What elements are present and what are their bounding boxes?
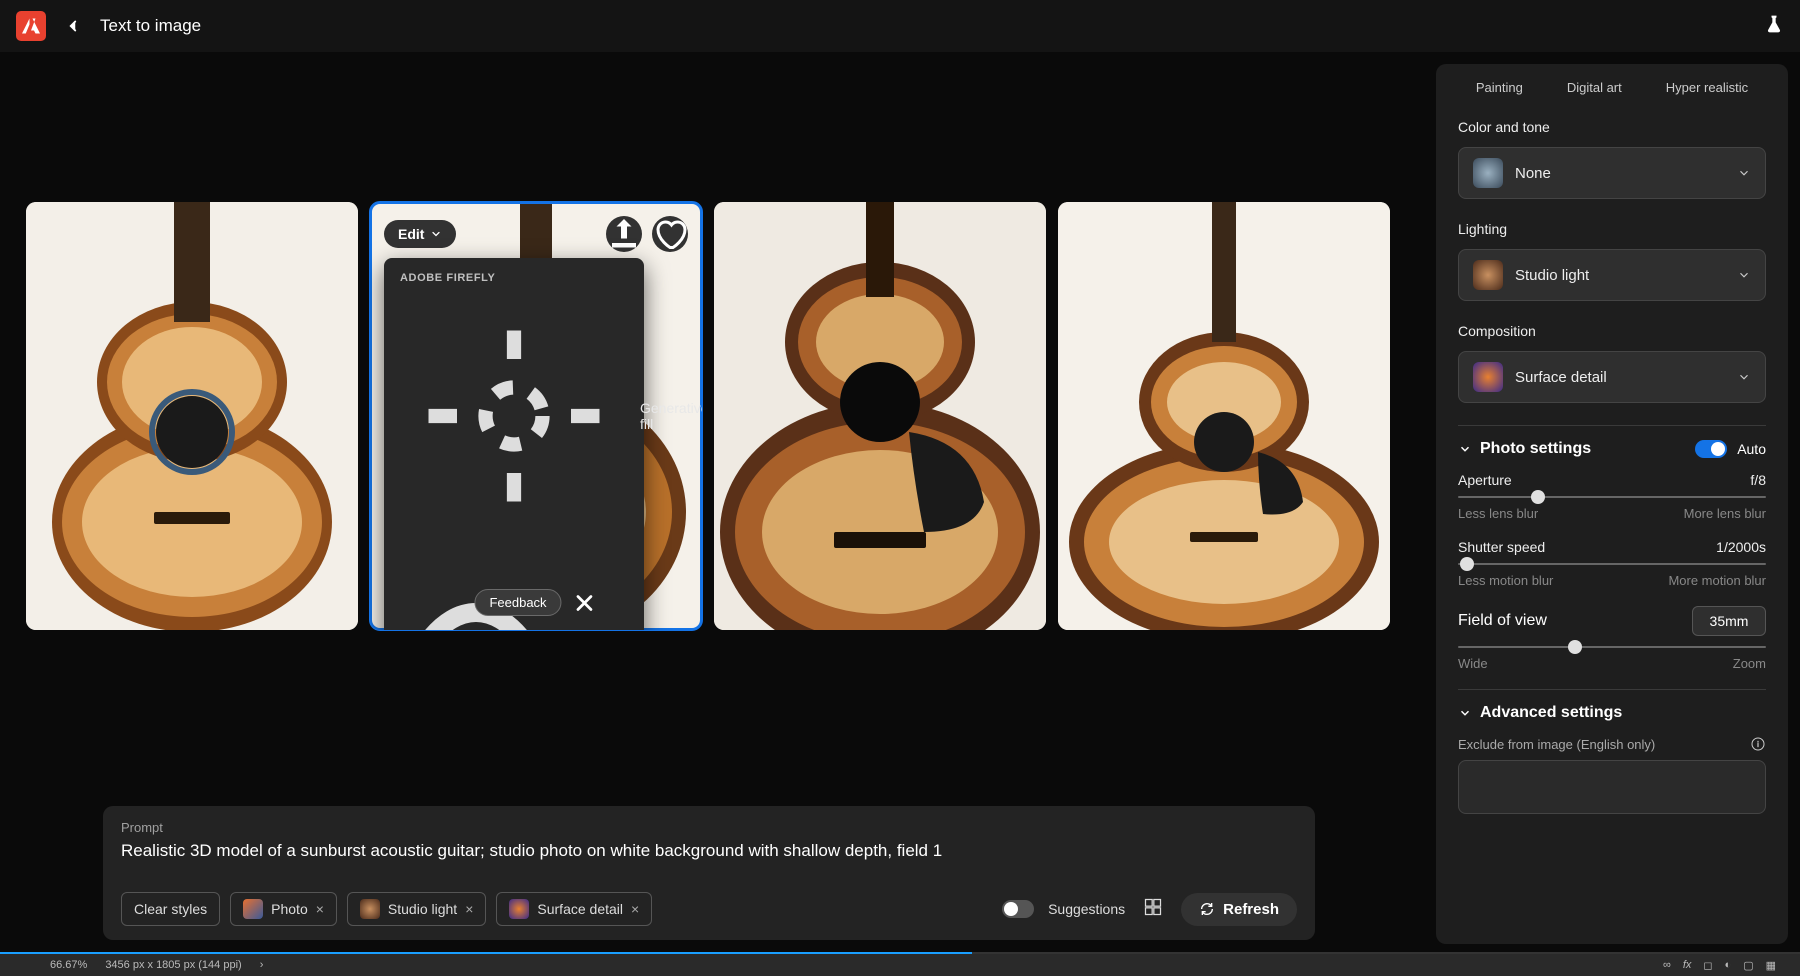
footer-tool-icon[interactable]: ▦ [1766, 959, 1776, 972]
thumbnail-icon [1473, 362, 1503, 392]
exclude-label: Exclude from image (English only) [1458, 737, 1655, 752]
labs-icon[interactable] [1764, 14, 1784, 39]
refresh-icon [1199, 901, 1215, 917]
advanced-title: Advanced settings [1480, 704, 1622, 722]
adobe-logo[interactable] [16, 11, 46, 41]
footer-tool-icon[interactable]: ∞ [1663, 959, 1671, 972]
style-tab-painting[interactable]: Painting [1476, 80, 1523, 95]
layout-toggle[interactable] [1139, 893, 1167, 926]
menu-generative-fill[interactable]: Generative fill [384, 294, 644, 538]
thumbnail-icon [1473, 260, 1503, 290]
aperture-slider[interactable] [1458, 496, 1766, 498]
aperture-label: Aperture [1458, 472, 1512, 488]
menu-section-firefly: ADOBE FIREFLY [384, 272, 644, 294]
auto-label: Auto [1737, 441, 1766, 457]
thumbnail-icon [509, 899, 529, 919]
color-tone-dropdown[interactable]: None [1458, 147, 1766, 199]
menu-show-similar[interactable]: Show similar [384, 538, 644, 630]
chevron-down-icon[interactable] [1458, 706, 1472, 720]
grid-icon [1143, 897, 1163, 917]
generation-result[interactable] [1058, 202, 1390, 630]
chevron-down-icon [1737, 166, 1751, 180]
share-button[interactable] [606, 216, 642, 252]
chevron-down-icon[interactable] [1458, 442, 1472, 456]
chip-remove[interactable]: × [465, 901, 473, 917]
heart-icon [652, 216, 688, 252]
shutter-value: 1/2000s [1716, 539, 1766, 555]
fov-input[interactable] [1692, 606, 1766, 636]
suggestions-label: Suggestions [1048, 901, 1125, 917]
fov-label: Field of view [1458, 612, 1547, 630]
edit-context-menu: ADOBE FIREFLY Generative fill Show simil… [384, 258, 644, 630]
style-chip-surface[interactable]: Surface detail× [496, 892, 652, 926]
chevron-down-icon [430, 228, 442, 240]
footer-tool-icon[interactable]: ▢ [1743, 959, 1753, 972]
similar-icon [400, 546, 628, 630]
chevron-right-icon[interactable]: › [260, 959, 264, 971]
back-button[interactable] [64, 17, 82, 35]
close-icon [572, 590, 598, 616]
clear-styles-button[interactable]: Clear styles [121, 892, 220, 926]
style-tab-digital[interactable]: Digital art [1567, 80, 1622, 95]
generation-result[interactable] [714, 202, 1046, 630]
footer-tool-icon[interactable]: ◻ [1703, 959, 1712, 972]
settings-panel: Painting Digital art Hyper realistic Col… [1436, 64, 1788, 944]
edit-button[interactable]: Edit [384, 220, 456, 248]
shutter-label: Shutter speed [1458, 539, 1545, 555]
share-icon [606, 216, 642, 252]
footer-tool-icon[interactable]: ◐ [1725, 959, 1732, 972]
status-bar: 66.67% 3456 px x 1805 px (144 ppi) › ∞ f… [0, 954, 1800, 976]
auto-toggle[interactable] [1695, 440, 1727, 458]
generation-result-selected[interactable]: Edit ADOBE FIREFLY Generative fill Show … [370, 202, 702, 630]
page-title: Text to image [100, 16, 201, 36]
prompt-bar: Prompt Realistic 3D model of a sunburst … [103, 806, 1315, 940]
lighting-dropdown[interactable]: Studio light [1458, 249, 1766, 301]
chip-remove[interactable]: × [631, 901, 639, 917]
color-tone-label: Color and tone [1458, 119, 1766, 135]
thumbnail-icon [360, 899, 380, 919]
style-chip-light[interactable]: Studio light× [347, 892, 486, 926]
favorite-button[interactable] [652, 216, 688, 252]
exclude-input[interactable] [1458, 760, 1766, 814]
prompt-text[interactable]: Realistic 3D model of a sunburst acousti… [121, 841, 1297, 861]
style-chip-photo[interactable]: Photo× [230, 892, 337, 926]
fov-slider[interactable] [1458, 646, 1766, 648]
prompt-label: Prompt [121, 820, 1297, 835]
info-icon[interactable] [1750, 736, 1766, 752]
composition-dropdown[interactable]: Surface detail [1458, 351, 1766, 403]
document-dimensions: 3456 px x 1805 px (144 ppi) [105, 959, 241, 971]
lighting-label: Lighting [1458, 221, 1766, 237]
composition-label: Composition [1458, 323, 1766, 339]
thumbnail-icon [243, 899, 263, 919]
zoom-level[interactable]: 66.67% [50, 959, 87, 971]
shutter-slider[interactable] [1458, 563, 1766, 565]
photo-settings-title: Photo settings [1480, 440, 1591, 458]
feedback-button[interactable]: Feedback [474, 589, 561, 616]
aperture-value: f/8 [1750, 472, 1766, 488]
chevron-down-icon [1737, 268, 1751, 282]
generation-result[interactable] [26, 202, 358, 630]
refresh-button[interactable]: Refresh [1181, 893, 1297, 926]
suggestions-toggle[interactable] [1002, 900, 1034, 918]
style-tab-hyper[interactable]: Hyper realistic [1666, 80, 1748, 95]
chevron-down-icon [1737, 370, 1751, 384]
feedback-close[interactable] [572, 590, 598, 616]
thumbnail-icon [1473, 158, 1503, 188]
edit-label: Edit [398, 226, 424, 242]
footer-tool-icon[interactable]: fx [1683, 959, 1692, 972]
sparkle-icon [400, 302, 628, 530]
chip-remove[interactable]: × [316, 901, 324, 917]
